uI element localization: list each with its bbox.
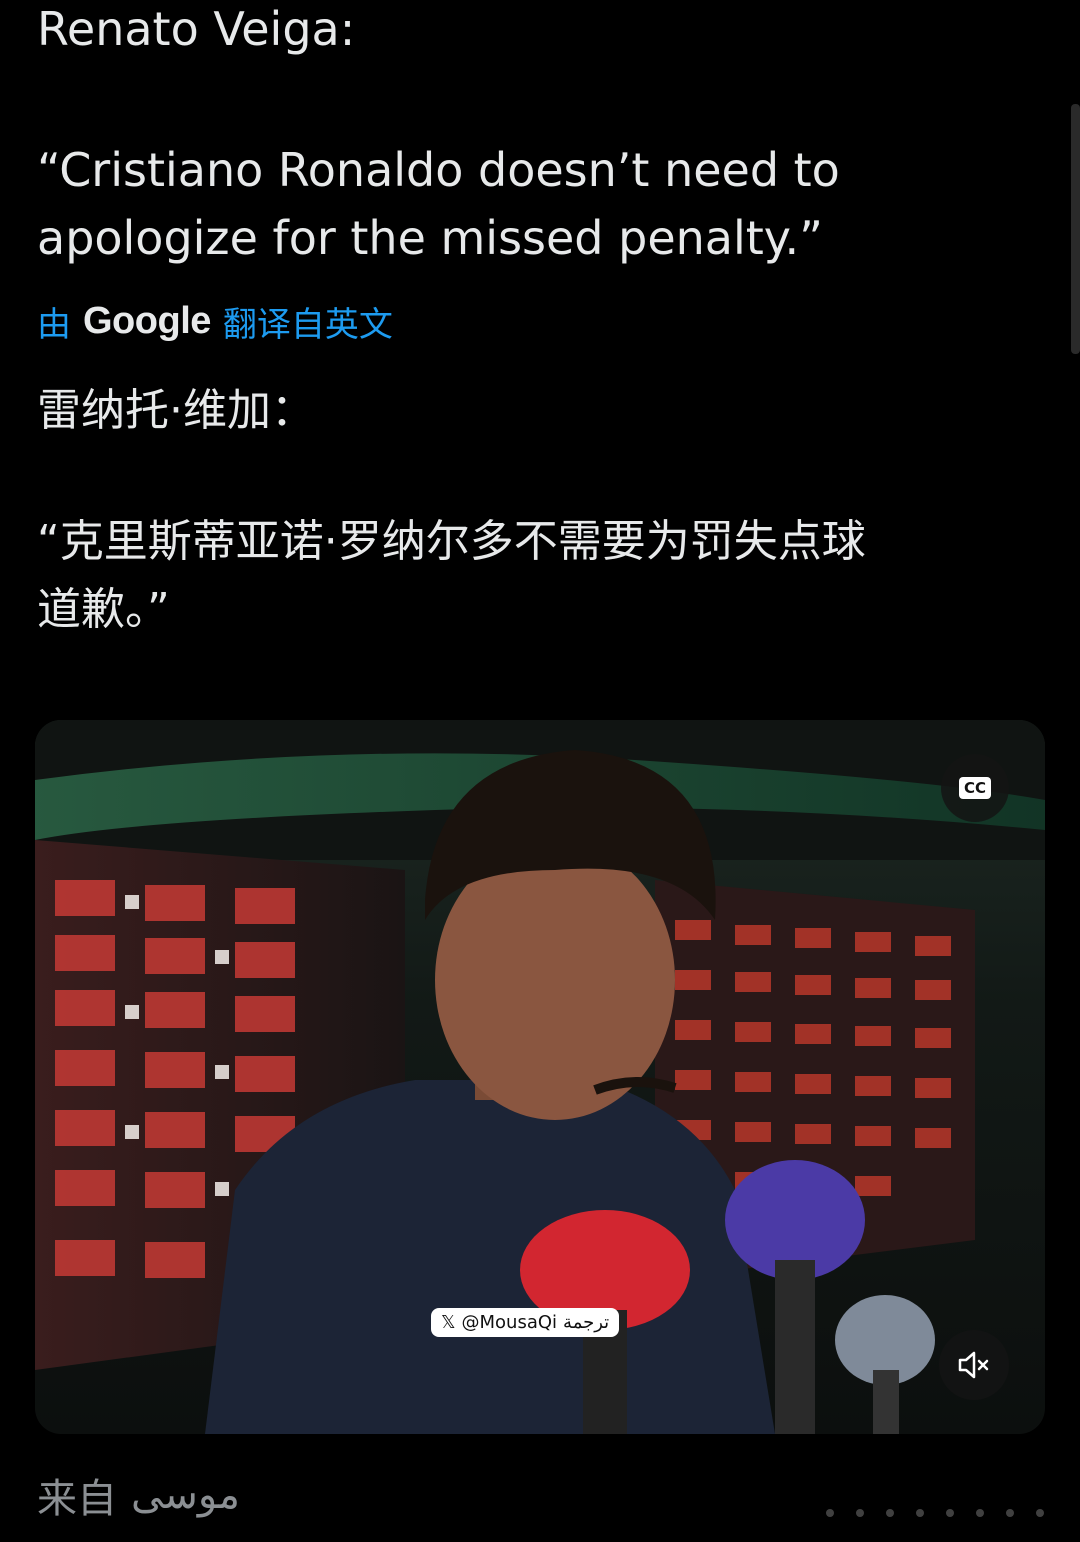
from-label: 来自	[37, 1476, 117, 1522]
tweet-author-line: Renato Veiga:	[37, 2, 356, 56]
x-logo-icon: 𝕏	[441, 1312, 456, 1333]
scrollbar-thumb[interactable]	[1071, 104, 1080, 354]
translated-from-english[interactable]: 翻译自英文	[223, 297, 393, 346]
watermark-rtl-text: ترجمة	[563, 1312, 610, 1333]
tweet-quote-line-1: “Cristiano Ronaldo doesn’t need to	[37, 143, 840, 197]
cc-icon: CC	[958, 777, 992, 799]
mute-toggle-button[interactable]	[939, 1330, 1009, 1400]
google-logo: Google	[83, 299, 211, 342]
video-watermark: 𝕏 @MousaQi ترجمة	[431, 1308, 620, 1337]
tweet-quote-translated-line-1: “克里斯蒂亚诺·罗纳尔多不需要为罚失点球	[37, 516, 866, 567]
tweet-quote-translated-line-2: 道歉。”	[37, 584, 170, 635]
captions-button[interactable]: CC	[941, 754, 1009, 822]
translated-by-google[interactable]: 由 Google 翻译自英文	[37, 296, 393, 346]
image-watermark-dots	[826, 1509, 1044, 1517]
tweet-author-line-translated: 雷纳托·维加：	[37, 385, 315, 436]
muted-speaker-icon	[958, 1351, 989, 1379]
watermark-handle: @MousaQi	[461, 1312, 558, 1333]
source-attribution: 来自 موسى	[37, 1466, 240, 1524]
tweet-video[interactable]: CC 𝕏 @MousaQi ترجمة	[35, 720, 1045, 1434]
from-user[interactable]: موسى	[131, 1472, 240, 1518]
tweet-quote: “Cristiano Ronaldo doesn’t need to apolo…	[37, 136, 1037, 272]
tweet-quote-line-2: apologize for the missed penalty.”	[37, 211, 823, 265]
translated-prefix: 由	[37, 304, 71, 345]
tweet-quote-translated: “克里斯蒂亚诺·罗纳尔多不需要为罚失点球 道歉。”	[37, 508, 1037, 644]
